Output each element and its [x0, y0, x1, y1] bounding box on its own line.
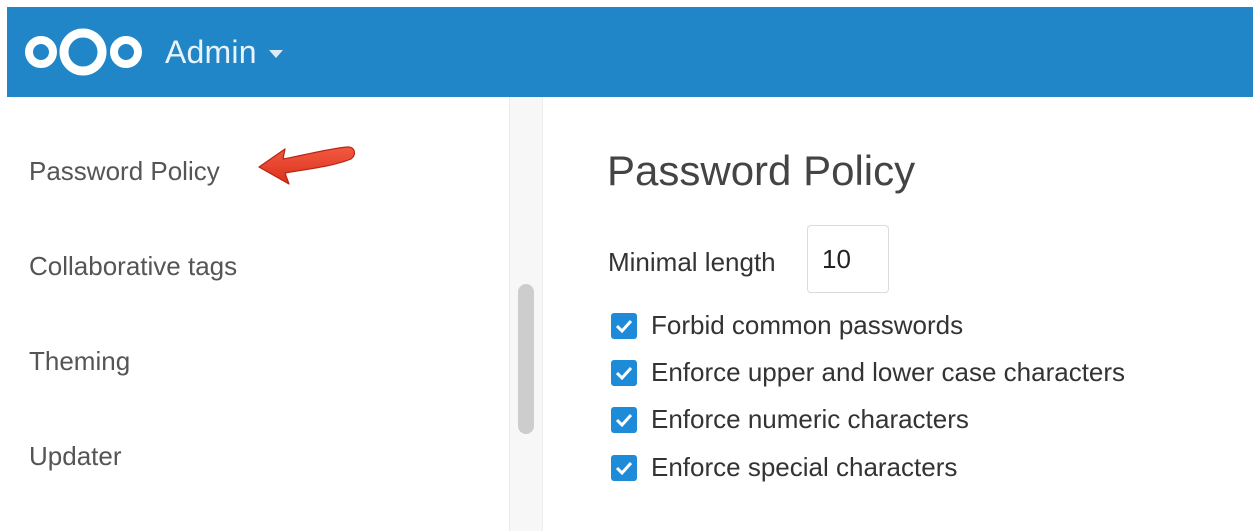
option-enforce-upper-lower-case[interactable]: Enforce upper and lower case characters [611, 357, 1125, 388]
minimal-length-label: Minimal length [608, 247, 776, 277]
admin-settings-window: Admin Password Policy Collaborative tags… [0, 0, 1253, 531]
checkbox-checked-icon[interactable] [611, 312, 637, 339]
sidebar-item-collaborative-tags[interactable]: Collaborative tags [29, 251, 237, 282]
nextcloud-logo-icon[interactable] [19, 24, 149, 80]
option-enforce-special[interactable]: Enforce special characters [611, 452, 957, 483]
sidebar-scrollbar[interactable] [510, 97, 543, 531]
chevron-down-icon [268, 50, 283, 58]
option-label: Enforce numeric characters [651, 404, 969, 434]
settings-sidebar: Password Policy Collaborative tags Themi… [7, 97, 510, 531]
top-header-bar: Admin [7, 7, 1253, 97]
page-title: Password Policy [607, 147, 916, 194]
checkbox-checked-icon[interactable] [611, 406, 637, 433]
sidebar-item-updater[interactable]: Updater [29, 441, 122, 472]
option-label: Forbid common passwords [651, 310, 964, 340]
settings-content: Password Policy Minimal length Forbid co… [543, 97, 1253, 531]
red-arrow-pointer-icon [258, 146, 356, 185]
sidebar-item-password-policy[interactable]: Password Policy [29, 156, 220, 187]
minimal-length-input[interactable] [807, 225, 889, 293]
option-label: Enforce special characters [651, 452, 958, 482]
option-forbid-common-passwords[interactable]: Forbid common passwords [611, 310, 963, 341]
app-menu-toggle[interactable]: Admin [165, 29, 283, 75]
checkbox-checked-icon[interactable] [611, 359, 637, 386]
checkbox-checked-icon[interactable] [611, 454, 637, 481]
option-label: Enforce upper and lower case characters [651, 357, 1126, 387]
option-enforce-numeric[interactable]: Enforce numeric characters [611, 404, 969, 435]
sidebar-item-theming[interactable]: Theming [29, 346, 130, 377]
app-menu-title: Admin [165, 33, 257, 70]
scrollbar-thumb[interactable] [518, 284, 534, 434]
